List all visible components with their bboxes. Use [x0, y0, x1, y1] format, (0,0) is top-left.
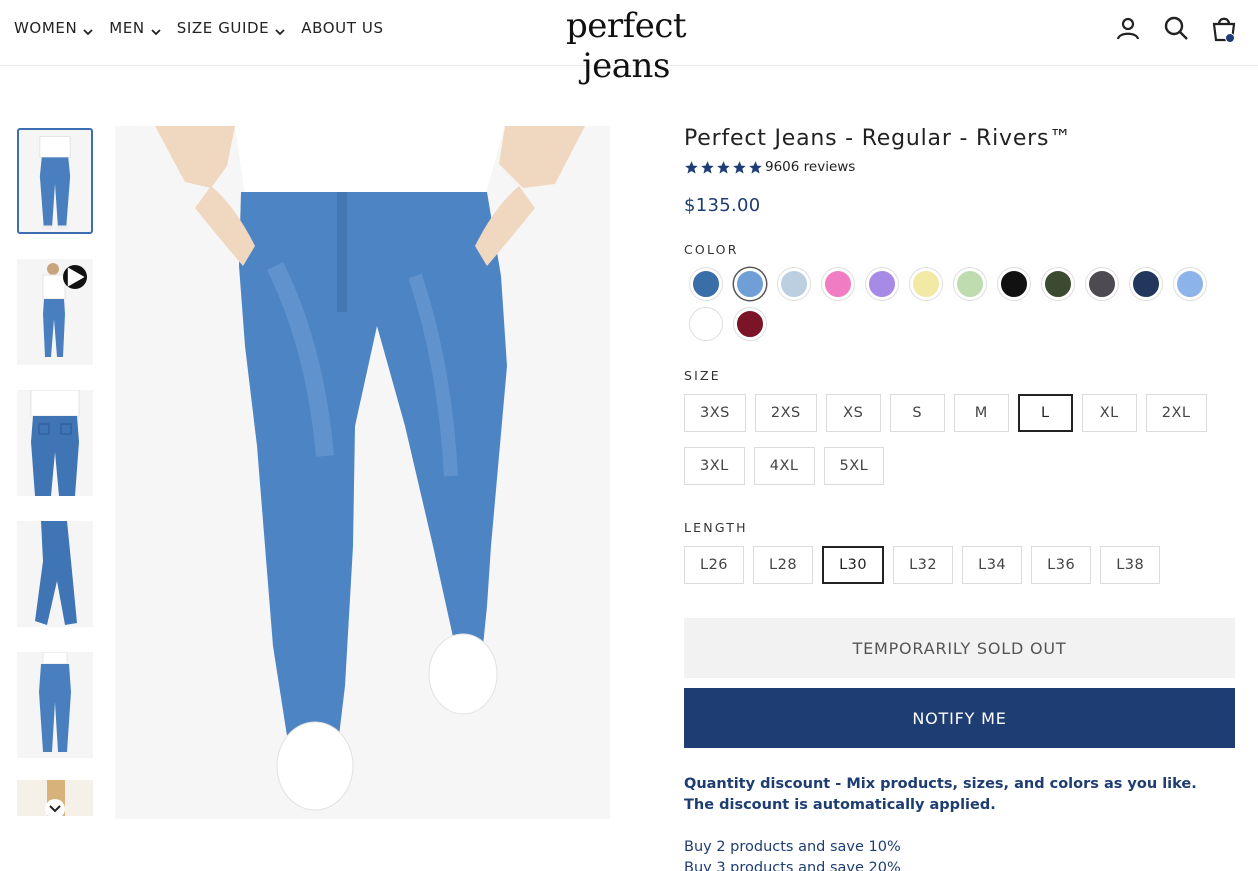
color-swatch[interactable]: [992, 264, 1036, 304]
length-option-l36[interactable]: L36: [1031, 546, 1092, 584]
length-option-l28[interactable]: L28: [753, 546, 814, 584]
color-swatch-dot: [1130, 268, 1162, 300]
size-option-s[interactable]: S: [889, 394, 945, 432]
size-options: 3XS 2XS XS S M L XL 2XL 3XL 4XL 5XL: [684, 394, 1235, 500]
nav-item-label: SIZE GUIDE: [176, 19, 270, 37]
color-swatch[interactable]: [904, 264, 948, 304]
thumbnail-video[interactable]: [17, 259, 93, 365]
color-swatch-dot: [822, 268, 854, 300]
color-swatch[interactable]: [1080, 264, 1124, 304]
color-swatch[interactable]: [948, 264, 992, 304]
header-icons: [1114, 10, 1238, 46]
main-nav: WOMEN MEN SIZE GUIDE ABOUT US: [14, 0, 384, 56]
cart-icon[interactable]: [1210, 10, 1238, 46]
nav-item-men[interactable]: MEN: [109, 19, 161, 37]
size-option-xl[interactable]: XL: [1081, 394, 1137, 432]
chevron-down-icon: [83, 23, 93, 36]
color-swatch-dot: [778, 268, 810, 300]
color-swatch[interactable]: [728, 304, 772, 344]
color-swatch-dot: [1042, 268, 1074, 300]
discount-tier: Buy 3 products and save 20%: [684, 860, 901, 871]
size-option-l[interactable]: L: [1017, 394, 1073, 432]
color-swatch[interactable]: [860, 264, 904, 304]
size-option-5xl[interactable]: 5XL: [823, 447, 885, 485]
nav-item-women[interactable]: WOMEN: [14, 19, 93, 37]
size-option-3xs[interactable]: 3XS: [684, 394, 746, 432]
star-rating: [684, 160, 763, 175]
length-option-l38[interactable]: L38: [1100, 546, 1161, 584]
nav-item-label: WOMEN: [14, 19, 78, 37]
thumbnail-list: [17, 128, 93, 783]
user-icon[interactable]: [1114, 10, 1142, 46]
color-label: COLOR: [684, 242, 739, 257]
color-swatch-dot: [734, 308, 766, 340]
discount-tiers: Buy 2 products and save 10% Buy 3 product…: [684, 837, 1235, 871]
thumbnail-back[interactable]: [17, 390, 93, 496]
color-swatch-dot: [1174, 268, 1206, 300]
chevron-down-icon: [275, 23, 285, 36]
color-swatch[interactable]: [684, 304, 728, 344]
color-swatch-dot: [690, 268, 722, 300]
color-swatch[interactable]: [1168, 264, 1212, 304]
product-info: Perfect Jeans - Regular - Rivers™ 9606 r…: [684, 126, 1235, 871]
color-swatch-dot: [690, 308, 722, 340]
size-option-3xl[interactable]: 3XL: [684, 447, 745, 485]
nav-item-label: MEN: [109, 19, 145, 37]
color-swatch-dot: [998, 268, 1030, 300]
review-count[interactable]: 9606 reviews: [765, 159, 855, 175]
color-swatch-dot: [954, 268, 986, 300]
color-swatch[interactable]: [1124, 264, 1168, 304]
color-swatch[interactable]: [684, 264, 728, 304]
color-swatch[interactable]: [1036, 264, 1080, 304]
color-swatch[interactable]: [728, 264, 772, 304]
size-option-m[interactable]: M: [953, 394, 1009, 432]
thumbnail-side[interactable]: [17, 521, 93, 627]
length-options: L26 L28 L30 L32 L34 L36 L38: [684, 546, 1235, 599]
size-option-xs[interactable]: XS: [825, 394, 881, 432]
color-swatch[interactable]: [816, 264, 860, 304]
color-swatch-dot: [1086, 268, 1118, 300]
thumbnail-next-chevron-icon[interactable]: [45, 799, 65, 819]
color-swatch-dot: [866, 268, 898, 300]
notify-me-button[interactable]: NOTIFY ME: [684, 688, 1235, 748]
color-swatch-dot: [910, 268, 942, 300]
product-title: Perfect Jeans - Regular - Rivers™: [684, 126, 1073, 151]
thumbnail-walking[interactable]: [17, 652, 93, 758]
size-option-2xs[interactable]: 2XS: [754, 394, 817, 432]
length-option-l34[interactable]: L34: [962, 546, 1023, 584]
star-icon: [684, 160, 699, 175]
length-option-l30[interactable]: L30: [822, 546, 885, 584]
star-icon: [716, 160, 731, 175]
search-icon[interactable]: [1162, 10, 1190, 46]
color-swatches: [684, 264, 1235, 344]
size-label: SIZE: [684, 368, 721, 383]
main-product-image[interactable]: [115, 126, 610, 819]
chevron-down-icon: [151, 23, 161, 36]
length-label: LENGTH: [684, 520, 748, 535]
discount-tier: Buy 2 products and save 10%: [684, 839, 901, 855]
length-option-l32[interactable]: L32: [893, 546, 954, 584]
product-price: $135.00: [684, 195, 761, 216]
sold-out-button[interactable]: TEMPORARILY SOLD OUT: [684, 618, 1235, 678]
star-icon: [700, 160, 715, 175]
cart-count-dot: [1225, 33, 1235, 43]
thumbnail-front[interactable]: [17, 128, 93, 234]
site-logo[interactable]: perfect jeans: [524, 6, 728, 86]
site-header: WOMEN MEN SIZE GUIDE ABOUT US perfect jeans: [0, 0, 1258, 86]
nav-item-about-us[interactable]: ABOUT US: [301, 19, 383, 37]
nav-item-label: ABOUT US: [301, 19, 384, 37]
size-option-4xl[interactable]: 4XL: [753, 447, 815, 485]
discount-headline: Quantity discount - Mix products, sizes,…: [684, 776, 1197, 813]
rating-row[interactable]: 9606 reviews: [684, 159, 1235, 175]
star-icon: [748, 160, 763, 175]
length-option-l26[interactable]: L26: [684, 546, 745, 584]
play-icon[interactable]: [63, 265, 87, 289]
nav-item-size-guide[interactable]: SIZE GUIDE: [177, 19, 286, 37]
size-option-2xl[interactable]: 2XL: [1145, 394, 1207, 432]
color-swatch-dot: [734, 268, 766, 300]
star-icon: [732, 160, 747, 175]
color-swatch[interactable]: [772, 264, 816, 304]
